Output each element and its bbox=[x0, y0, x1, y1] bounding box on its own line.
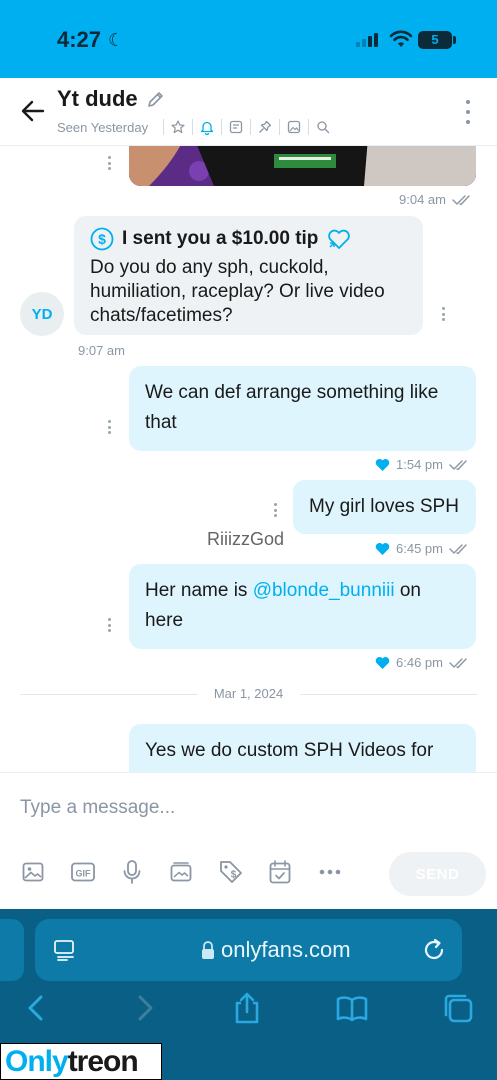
message-time: 9:07 am bbox=[78, 343, 125, 358]
gallery-icon[interactable] bbox=[285, 118, 303, 136]
header-actions bbox=[158, 118, 332, 136]
schedule-calendar-icon[interactable] bbox=[267, 859, 293, 885]
wifi-icon bbox=[389, 30, 413, 47]
date-label: Mar 1, 2024 bbox=[213, 686, 284, 701]
message-time: 1:54 pm bbox=[396, 457, 443, 472]
avatar[interactable]: YD bbox=[20, 292, 64, 336]
address-bar[interactable]: onlyfans.com bbox=[35, 919, 462, 981]
image-upload-icon[interactable] bbox=[20, 859, 46, 885]
moon-icon: ☾ bbox=[108, 30, 125, 50]
tip-row: $ I sent you a $10.00 tip bbox=[90, 224, 407, 254]
tip-text: I sent you a $10.00 tip bbox=[122, 228, 319, 249]
heart-tip-icon bbox=[328, 229, 351, 249]
message-meta: 6:46 pm bbox=[375, 655, 471, 670]
previous-tab[interactable] bbox=[0, 919, 24, 981]
outgoing-message: My girl loves SPH bbox=[293, 480, 476, 534]
dollar-circle-icon: $ bbox=[90, 227, 114, 251]
heart-icon[interactable] bbox=[375, 656, 390, 670]
svg-text:GIF: GIF bbox=[76, 869, 92, 879]
battery-indicator: 5 bbox=[418, 31, 456, 49]
chat-header: Yt dude Seen Yesterday bbox=[0, 78, 497, 146]
vault-media-icon[interactable] bbox=[168, 859, 194, 885]
microphone-icon[interactable] bbox=[119, 859, 145, 885]
watermark-part2: treon bbox=[67, 1045, 139, 1078]
date-divider: Mar 1, 2024 bbox=[20, 686, 477, 702]
overlay-username: RiiizzGod bbox=[207, 529, 285, 549]
tip-message: $ I sent you a $10.00 tip Do you do any … bbox=[74, 216, 423, 335]
image-message-meta: 9:04 am bbox=[399, 192, 474, 207]
lock-icon bbox=[202, 941, 214, 959]
read-receipt-icon bbox=[449, 459, 467, 470]
more-tools-icon[interactable] bbox=[317, 859, 343, 885]
message-text: Her name is bbox=[145, 580, 253, 601]
message-input[interactable] bbox=[20, 793, 460, 823]
back-arrow-icon[interactable] bbox=[20, 98, 46, 124]
tip-message-meta: 9:07 am bbox=[78, 343, 125, 358]
url-text: onlyfans.com bbox=[221, 937, 351, 962]
browser-forward-icon[interactable] bbox=[127, 991, 161, 1025]
watermark-logo: Onlytreon bbox=[0, 1043, 162, 1080]
cellular-signal-icon bbox=[356, 33, 380, 47]
tip-message-text: Do you do any sph, cuckold, humiliation,… bbox=[90, 257, 385, 326]
watermark-part1: Only bbox=[5, 1045, 69, 1078]
read-receipt-icon bbox=[449, 657, 467, 668]
message-time: 6:45 pm bbox=[396, 541, 443, 556]
read-receipt-icon bbox=[452, 194, 470, 205]
message-composer: GIF $ SEND bbox=[0, 772, 497, 909]
share-icon[interactable] bbox=[230, 991, 264, 1025]
message-options-icon[interactable] bbox=[273, 503, 277, 517]
message-options-icon[interactable] bbox=[441, 307, 445, 321]
search-icon[interactable] bbox=[314, 118, 332, 136]
seen-status: Seen Yesterday bbox=[57, 120, 149, 135]
mention-link[interactable]: @blonde_bunniii bbox=[253, 580, 395, 601]
price-tag-icon[interactable]: $ bbox=[218, 859, 244, 885]
message-meta: 1:54 pm bbox=[375, 457, 471, 472]
gif-icon[interactable]: GIF bbox=[70, 859, 96, 885]
heart-icon[interactable] bbox=[375, 458, 390, 472]
svg-text:$: $ bbox=[98, 231, 106, 247]
outgoing-message: We can def arrange something like that bbox=[129, 366, 476, 451]
status-bar: 4:27 ☾ 5 bbox=[0, 0, 497, 78]
read-receipt-icon bbox=[449, 543, 467, 554]
svg-text:$: $ bbox=[231, 870, 237, 881]
chat-title[interactable]: Yt dude bbox=[57, 86, 138, 112]
bell-icon[interactable] bbox=[198, 118, 216, 136]
message-options-icon[interactable] bbox=[107, 420, 111, 434]
status-time: 4:27 bbox=[57, 27, 102, 52]
message-time: 9:04 am bbox=[399, 192, 446, 207]
browser-back-icon[interactable] bbox=[20, 991, 54, 1025]
message-list[interactable]: 9:04 am YD $ I sent you a $10.00 tip Do … bbox=[0, 146, 497, 773]
pin-icon[interactable] bbox=[256, 118, 274, 136]
message-options-icon[interactable] bbox=[107, 618, 111, 632]
message-time: 6:46 pm bbox=[396, 655, 443, 670]
heart-icon[interactable] bbox=[375, 542, 390, 556]
pencil-icon[interactable] bbox=[146, 89, 166, 109]
bookmarks-icon[interactable] bbox=[335, 991, 369, 1025]
reload-icon[interactable] bbox=[421, 937, 447, 963]
outgoing-message: Yes we do custom SPH Videos for bbox=[129, 724, 476, 773]
note-icon[interactable] bbox=[227, 118, 245, 136]
reader-mode-icon[interactable] bbox=[53, 939, 77, 961]
message-meta: 6:45 pm bbox=[375, 541, 471, 556]
message-options-icon[interactable] bbox=[107, 156, 111, 170]
send-button[interactable]: SEND bbox=[389, 852, 486, 896]
image-message[interactable] bbox=[129, 146, 476, 186]
more-options-icon[interactable] bbox=[460, 100, 476, 124]
image-thumbnail bbox=[129, 146, 476, 186]
outgoing-message: Her name is @blonde_bunniii on here bbox=[129, 564, 476, 649]
star-icon[interactable] bbox=[169, 118, 187, 136]
tabs-icon[interactable] bbox=[441, 991, 475, 1025]
